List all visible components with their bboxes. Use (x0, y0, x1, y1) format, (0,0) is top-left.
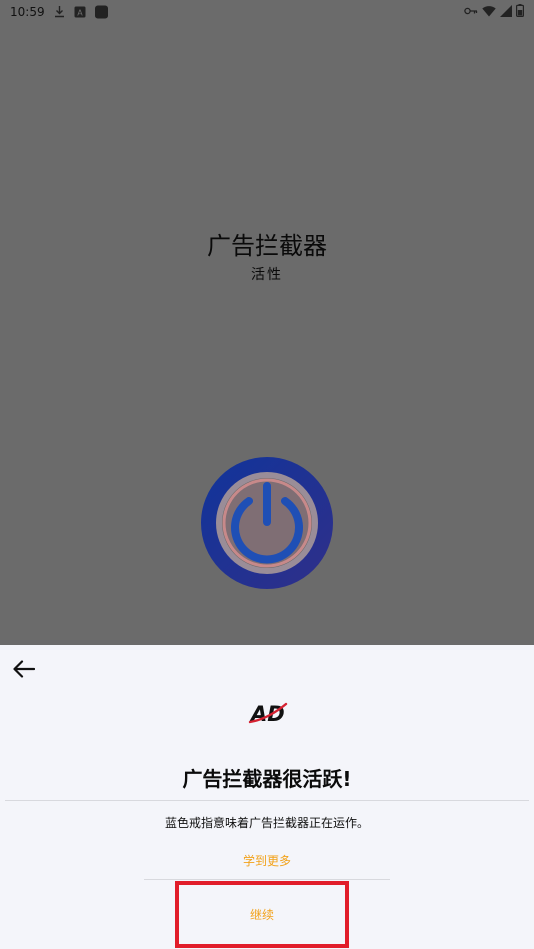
svg-text:A: A (77, 9, 83, 18)
power-icon (201, 457, 333, 589)
sheet-heading: 广告拦截器很活跃! (182, 767, 352, 791)
divider (5, 800, 529, 801)
main-title: 广告拦截器 (207, 232, 327, 260)
status-bar: 10:59 A (0, 0, 534, 24)
sheet-description: 蓝色戒指意味着广告拦截器正在运作。 (164, 816, 369, 830)
back-arrow-icon (13, 660, 35, 678)
a-box-icon: A (74, 6, 87, 19)
power-toggle-button[interactable] (200, 456, 334, 590)
main-status-subtitle: 活性 (251, 267, 283, 283)
battery-icon (516, 4, 525, 20)
svg-text:AD: AD (249, 702, 285, 726)
download-icon (53, 6, 66, 19)
signal-icon (500, 4, 512, 20)
key-icon (464, 5, 478, 19)
learn-more-link[interactable]: 学到更多 (0, 852, 534, 869)
continue-label: 继续 (249, 908, 274, 922)
divider (144, 879, 390, 880)
back-button[interactable] (10, 655, 38, 683)
continue-button[interactable]: 继续 (175, 881, 349, 948)
app-square-icon (94, 5, 108, 19)
wifi-icon (482, 5, 496, 20)
info-bottom-sheet: AD 广告拦截器很活跃! 蓝色戒指意味着广告拦截器正在运作。 学到更多 继续 (0, 645, 534, 949)
ad-blocker-logo: AD (248, 700, 288, 726)
status-time: 10:59 (10, 5, 45, 19)
